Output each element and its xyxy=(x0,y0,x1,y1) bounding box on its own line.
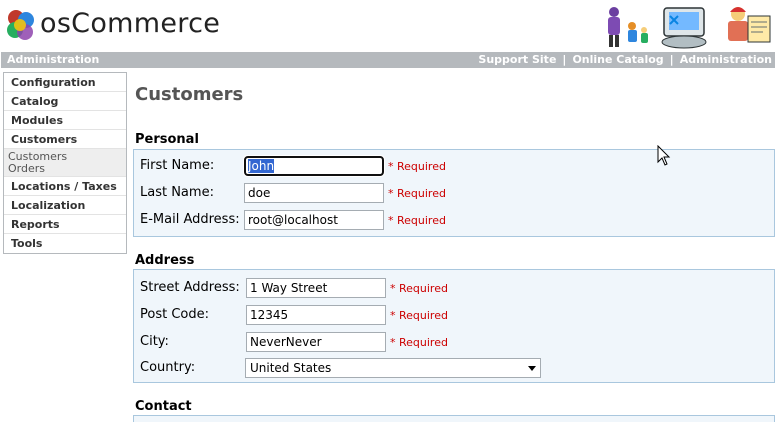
sidebar-item-tools[interactable]: Tools xyxy=(4,234,126,253)
last-name-row: Last Name: * Required xyxy=(140,183,760,203)
section-title-contact: Contact xyxy=(135,399,192,414)
sidebar-item-locations-taxes[interactable]: Locations / Taxes xyxy=(4,177,126,196)
sidebar-item-modules[interactable]: Modules xyxy=(4,111,126,130)
email-label: E-Mail Address: xyxy=(140,212,240,227)
last-name-input[interactable] xyxy=(244,183,384,203)
email-row: E-Mail Address: * Required xyxy=(140,210,760,230)
sidebar-item-customers[interactable]: Customers xyxy=(4,130,126,149)
administration-link[interactable]: Administration xyxy=(680,53,772,66)
topbar-title: Administration xyxy=(7,53,100,66)
mouse-cursor-icon xyxy=(657,145,671,166)
postcode-required: * Required xyxy=(390,309,448,322)
personal-fieldset: First Name: * Required Last Name: * Requ… xyxy=(133,149,775,237)
topbar-links: Support Site | Online Catalog | Administrati… xyxy=(478,52,772,68)
contact-fieldset xyxy=(133,415,775,422)
street-row: Street Address: * Required xyxy=(140,278,760,298)
topbar-separator: | xyxy=(669,53,674,66)
address-fieldset: Street Address: * Required Post Code: * … xyxy=(133,269,775,383)
first-name-required: * Required xyxy=(388,160,446,173)
sidebar-item-catalog[interactable]: Catalog xyxy=(4,92,126,111)
city-input[interactable] xyxy=(246,332,386,352)
header: osCommerce xyxy=(0,0,776,52)
logo-text[interactable]: osCommerce xyxy=(40,8,220,39)
last-name-label: Last Name: xyxy=(140,185,214,200)
chevron-down-icon[interactable] xyxy=(528,366,536,371)
sidebar-menu: Configuration Catalog Modules Customers … xyxy=(3,72,127,254)
sidebar-item-configuration[interactable]: Configuration xyxy=(4,73,126,92)
country-select[interactable]: United States xyxy=(245,358,541,378)
header-clipart-icon xyxy=(608,7,771,49)
email-input[interactable] xyxy=(244,210,384,230)
first-name-input[interactable] xyxy=(243,155,385,177)
customers-submenu: Customers Orders xyxy=(4,149,126,177)
admin-topbar: Administration Support Site | Online Catal… xyxy=(1,52,775,68)
postcode-label: Post Code: xyxy=(140,307,209,322)
street-address-input[interactable] xyxy=(246,278,386,298)
city-label: City: xyxy=(140,334,169,349)
online-catalog-link[interactable]: Online Catalog xyxy=(572,53,663,66)
oscommerce-logo-icon[interactable] xyxy=(4,8,38,42)
sidebar-item-reports[interactable]: Reports xyxy=(4,215,126,234)
city-required: * Required xyxy=(390,336,448,349)
sidebar-item-localization[interactable]: Localization xyxy=(4,196,126,215)
page-title: Customers xyxy=(135,84,244,105)
postcode-row: Post Code: * Required xyxy=(140,305,760,325)
support-site-link[interactable]: Support Site xyxy=(478,53,556,66)
city-row: City: * Required xyxy=(140,332,760,352)
street-required: * Required xyxy=(390,282,448,295)
first-name-label: First Name: xyxy=(140,158,215,173)
section-title-address: Address xyxy=(135,253,195,268)
email-required: * Required xyxy=(388,214,446,227)
country-selected-value: United States xyxy=(250,361,332,375)
post-code-input[interactable] xyxy=(246,305,386,325)
section-title-personal: Personal xyxy=(135,132,199,147)
street-label: Street Address: xyxy=(140,280,240,295)
topbar-separator: | xyxy=(562,53,567,66)
country-row: Country: United States xyxy=(140,358,760,378)
country-label: Country: xyxy=(140,360,196,375)
last-name-required: * Required xyxy=(388,187,446,200)
submenu-item-orders[interactable]: Orders xyxy=(8,163,126,175)
